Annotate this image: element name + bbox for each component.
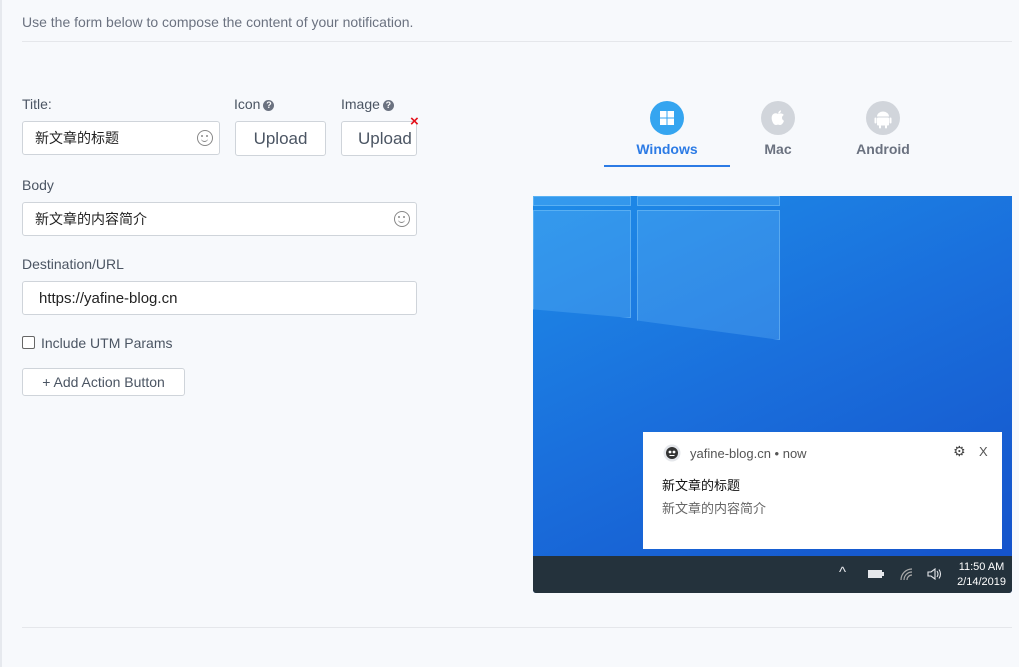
tab-android-label: Android <box>856 141 910 157</box>
windows-icon <box>650 101 684 135</box>
tab-windows-label: Windows <box>636 141 698 157</box>
tab-windows[interactable]: Windows <box>620 101 714 157</box>
image-label: Image? <box>341 96 394 112</box>
emoji-picker-icon[interactable] <box>394 211 410 227</box>
notification-popup[interactable]: yafine-blog.cn • now ⚙ X 新文章的标题 新文章的内容简介 <box>643 432 1002 549</box>
title-label: Title: <box>22 96 52 112</box>
chevron-up-icon[interactable]: ^ <box>839 564 846 581</box>
icon-label: Icon? <box>234 96 275 112</box>
apple-icon <box>761 101 795 135</box>
url-input-value: https://yafine-blog.cn <box>39 289 178 307</box>
body-input-value: 新文章的内容简介 <box>35 211 147 227</box>
body-input[interactable]: 新文章的内容简介 <box>22 202 417 236</box>
add-action-button[interactable]: + Add Action Button <box>22 368 185 396</box>
remove-image-icon[interactable]: × <box>410 114 419 129</box>
desktop-pane <box>533 196 631 206</box>
tab-mac[interactable]: Mac <box>740 101 816 157</box>
taskbar-clock[interactable]: 11:50 AM 2/14/2019 <box>957 560 1006 590</box>
image-upload-button[interactable]: Upload <box>341 121 417 156</box>
divider-top <box>22 41 1012 42</box>
active-tab-indicator <box>604 165 730 167</box>
windows-preview: yafine-blog.cn • now ⚙ X 新文章的标题 新文章的内容简介… <box>533 196 1012 593</box>
page-left-border <box>0 0 2 667</box>
desktop-pane <box>533 210 631 318</box>
tab-mac-label: Mac <box>764 141 792 157</box>
utm-checkbox[interactable] <box>22 336 35 349</box>
url-input[interactable]: https://yafine-blog.cn <box>22 281 417 315</box>
notification-title: 新文章的标题 <box>662 478 741 493</box>
title-input[interactable]: 新文章的标题 <box>22 121 220 155</box>
title-input-value: 新文章的标题 <box>35 130 119 146</box>
gear-icon[interactable]: ⚙ <box>953 443 966 460</box>
icon-upload-button[interactable]: Upload <box>235 121 326 156</box>
notification-close-button[interactable]: X <box>979 444 988 459</box>
battery-icon[interactable] <box>867 568 885 580</box>
desktop-pane <box>637 210 780 340</box>
volume-icon[interactable] <box>927 567 943 581</box>
taskbar-date: 2/14/2019 <box>957 576 1006 588</box>
android-icon <box>866 101 900 135</box>
notification-body: 新文章的内容简介 <box>662 501 767 516</box>
url-label: Destination/URL <box>22 256 124 272</box>
help-icon[interactable]: ? <box>382 100 394 111</box>
desktop-pane <box>637 196 780 206</box>
notification-site: yafine-blog.cn • now <box>690 446 807 461</box>
emoji-picker-icon[interactable] <box>197 130 213 146</box>
divider-bottom <box>22 627 1012 628</box>
help-icon[interactable]: ? <box>263 100 275 111</box>
intro-text: Use the form below to compose the conten… <box>22 14 414 30</box>
wifi-icon[interactable] <box>899 567 915 581</box>
site-avatar-icon <box>663 444 681 462</box>
image-label-text: Image <box>341 96 380 112</box>
tab-android[interactable]: Android <box>845 101 921 157</box>
taskbar-time: 11:50 AM <box>958 561 1005 573</box>
utm-label[interactable]: Include UTM Params <box>41 335 172 351</box>
body-label: Body <box>22 177 54 193</box>
taskbar: ^ 11:50 AM 2/14/2019 <box>533 556 1012 593</box>
icon-label-text: Icon <box>234 96 261 112</box>
